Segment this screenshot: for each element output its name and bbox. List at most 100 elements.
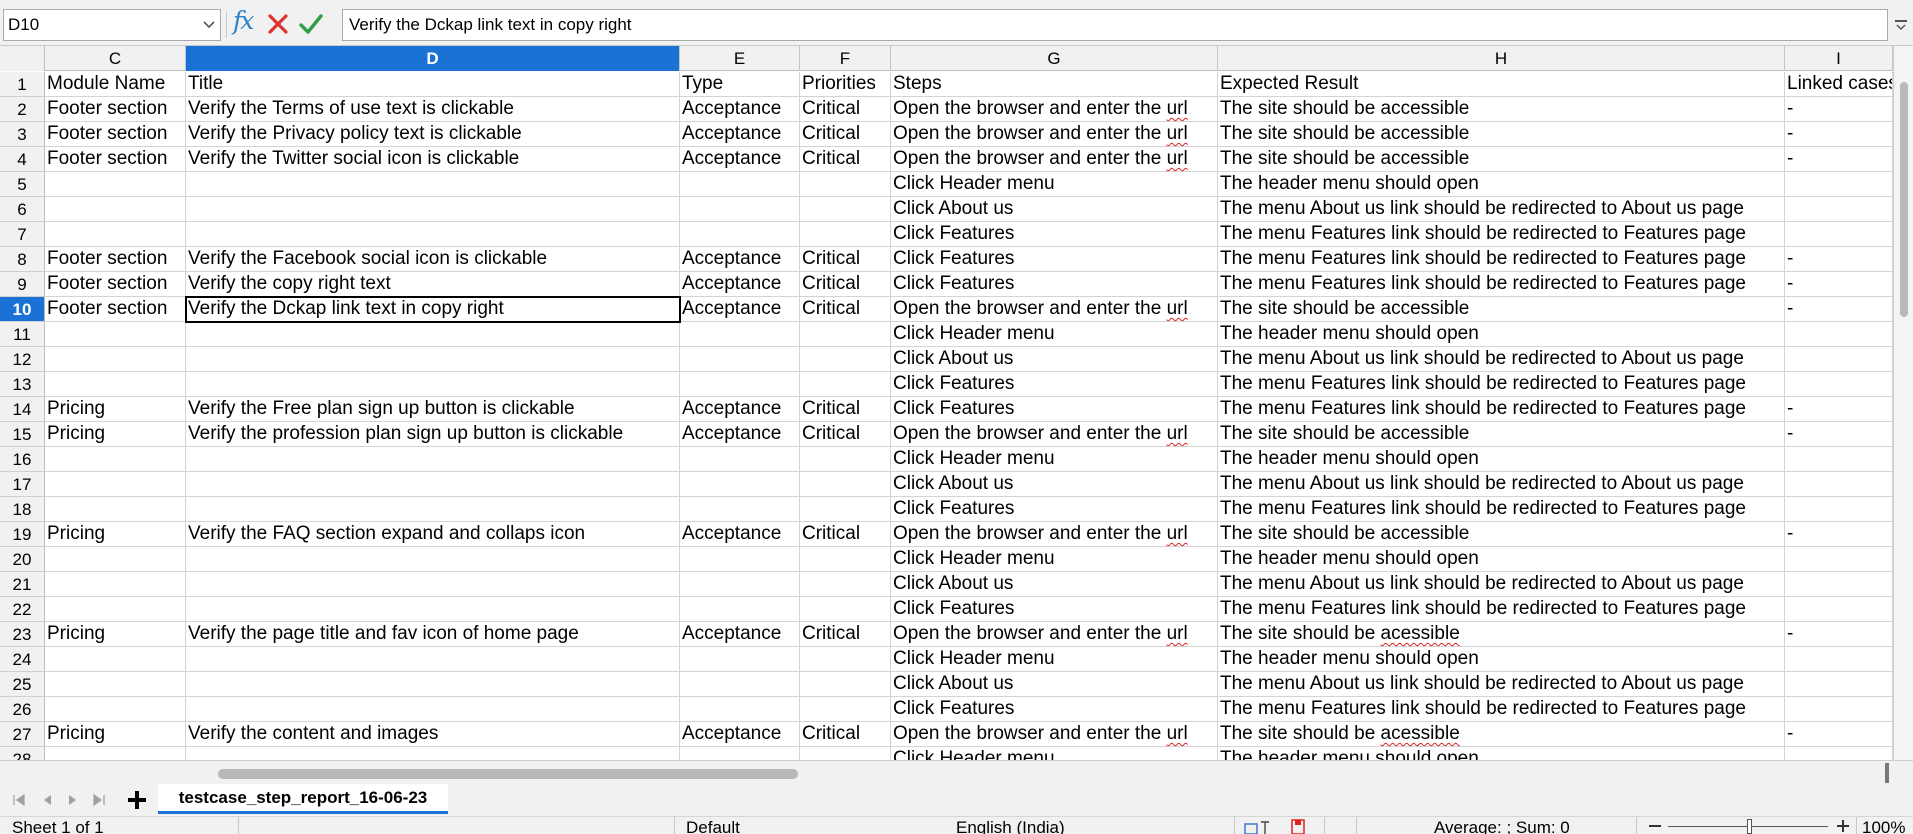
cell-c4[interactable]: Footer section — [45, 147, 186, 172]
cell-f25[interactable] — [800, 672, 891, 697]
cell-h28[interactable]: The header menu should open — [1218, 747, 1785, 760]
cell-c27[interactable]: Pricing — [45, 722, 186, 747]
row-header[interactable]: 28 — [0, 747, 45, 760]
cell-f7[interactable] — [800, 222, 891, 247]
cell-f24[interactable] — [800, 647, 891, 672]
cell-h21[interactable]: The menu About us link should be redirec… — [1218, 572, 1785, 597]
cell-e21[interactable] — [680, 572, 800, 597]
cell-i1[interactable]: Linked cases — [1785, 72, 1893, 97]
cell-d8[interactable]: Verify the Facebook social icon is click… — [186, 247, 680, 272]
cell-e15[interactable]: Acceptance — [680, 422, 800, 447]
cell-d26[interactable] — [186, 697, 680, 722]
cell-d5[interactable] — [186, 172, 680, 197]
column-header-i[interactable]: I — [1785, 46, 1893, 71]
cell-d4[interactable]: Verify the Twitter social icon is clicka… — [186, 147, 680, 172]
horizontal-scroll-thumb[interactable] — [218, 769, 798, 779]
cell-c23[interactable]: Pricing — [45, 622, 186, 647]
cell-h12[interactable]: The menu About us link should be redirec… — [1218, 347, 1785, 372]
cell-g18[interactable]: Click Features — [891, 497, 1218, 522]
cell-e4[interactable]: Acceptance — [680, 147, 800, 172]
cell-i10[interactable]: - — [1785, 297, 1893, 322]
cell-d9[interactable]: Verify the copy right text — [186, 272, 680, 297]
cell-i12[interactable] — [1785, 347, 1893, 372]
cell-c9[interactable]: Footer section — [45, 272, 186, 297]
cell-c19[interactable]: Pricing — [45, 522, 186, 547]
cell-h8[interactable]: The menu Features link should be redirec… — [1218, 247, 1785, 272]
cell-f26[interactable] — [800, 697, 891, 722]
row-header[interactable]: 23 — [0, 622, 45, 647]
cell-h11[interactable]: The header menu should open — [1218, 322, 1785, 347]
cell-c16[interactable] — [45, 447, 186, 472]
cell-d27[interactable]: Verify the content and images — [186, 722, 680, 747]
cell-f13[interactable] — [800, 372, 891, 397]
cell-h1[interactable]: Expected Result — [1218, 72, 1785, 97]
row-header[interactable]: 8 — [0, 247, 45, 272]
cell-h15[interactable]: The site should be accessible — [1218, 422, 1785, 447]
cell-d3[interactable]: Verify the Privacy policy text is clicka… — [186, 122, 680, 147]
cell-g16[interactable]: Click Header menu — [891, 447, 1218, 472]
cell-i7[interactable] — [1785, 222, 1893, 247]
cell-i20[interactable] — [1785, 547, 1893, 572]
cell-d21[interactable] — [186, 572, 680, 597]
last-sheet-button[interactable] — [90, 791, 108, 809]
cell-e7[interactable] — [680, 222, 800, 247]
cell-i23[interactable]: - — [1785, 622, 1893, 647]
row-header[interactable]: 27 — [0, 722, 45, 747]
cell-f11[interactable] — [800, 322, 891, 347]
cell-h20[interactable]: The header menu should open — [1218, 547, 1785, 572]
cell-i18[interactable] — [1785, 497, 1893, 522]
cell-g21[interactable]: Click About us — [891, 572, 1218, 597]
cell-c3[interactable]: Footer section — [45, 122, 186, 147]
cell-h17[interactable]: The menu About us link should be redirec… — [1218, 472, 1785, 497]
cell-c25[interactable] — [45, 672, 186, 697]
cell-g9[interactable]: Click Features — [891, 272, 1218, 297]
cell-f2[interactable]: Critical — [800, 97, 891, 122]
cell-d12[interactable] — [186, 347, 680, 372]
cell-f20[interactable] — [800, 547, 891, 572]
cell-f8[interactable]: Critical — [800, 247, 891, 272]
cell-e17[interactable] — [680, 472, 800, 497]
cell-g3[interactable]: Open the browser and enter the url — [891, 122, 1218, 147]
zoom-level[interactable]: 100% — [1862, 818, 1905, 834]
cell-i2[interactable]: - — [1785, 97, 1893, 122]
cell-f19[interactable]: Critical — [800, 522, 891, 547]
cell-i17[interactable] — [1785, 472, 1893, 497]
cell-g26[interactable]: Click Features — [891, 697, 1218, 722]
previous-sheet-button[interactable] — [38, 791, 56, 809]
cell-f27[interactable]: Critical — [800, 722, 891, 747]
cell-c24[interactable] — [45, 647, 186, 672]
cell-e9[interactable]: Acceptance — [680, 272, 800, 297]
split-handle[interactable] — [1885, 763, 1889, 783]
cell-d16[interactable] — [186, 447, 680, 472]
column-header-d[interactable]: D — [186, 46, 680, 71]
cell-e2[interactable]: Acceptance — [680, 97, 800, 122]
cell-c2[interactable]: Footer section — [45, 97, 186, 122]
cell-c5[interactable] — [45, 172, 186, 197]
cell-f1[interactable]: Priorities — [800, 72, 891, 97]
cell-d2[interactable]: Verify the Terms of use text is clickabl… — [186, 97, 680, 122]
row-header[interactable]: 17 — [0, 472, 45, 497]
cell-d22[interactable] — [186, 597, 680, 622]
cell-g1[interactable]: Steps — [891, 72, 1218, 97]
cell-d25[interactable] — [186, 672, 680, 697]
cell-g12[interactable]: Click About us — [891, 347, 1218, 372]
add-sheet-button[interactable] — [124, 786, 150, 814]
row-header[interactable]: 15 — [0, 422, 45, 447]
zoom-out-button[interactable] — [1648, 818, 1662, 834]
cell-d20[interactable] — [186, 547, 680, 572]
cell-g22[interactable]: Click Features — [891, 597, 1218, 622]
cell-g14[interactable]: Click Features — [891, 397, 1218, 422]
cell-g4[interactable]: Open the browser and enter the url — [891, 147, 1218, 172]
cell-c20[interactable] — [45, 547, 186, 572]
sheet-tab-active[interactable]: testcase_step_report_16-06-23 — [158, 784, 448, 814]
cell-e25[interactable] — [680, 672, 800, 697]
cell-e28[interactable] — [680, 747, 800, 760]
cell-h19[interactable]: The site should be accessible — [1218, 522, 1785, 547]
cell-h26[interactable]: The menu Features link should be redirec… — [1218, 697, 1785, 722]
cell-i28[interactable] — [1785, 747, 1893, 760]
cell-h2[interactable]: The site should be accessible — [1218, 97, 1785, 122]
cell-i26[interactable] — [1785, 697, 1893, 722]
cell-i25[interactable] — [1785, 672, 1893, 697]
row-header[interactable]: 2 — [0, 97, 45, 122]
cell-f21[interactable] — [800, 572, 891, 597]
